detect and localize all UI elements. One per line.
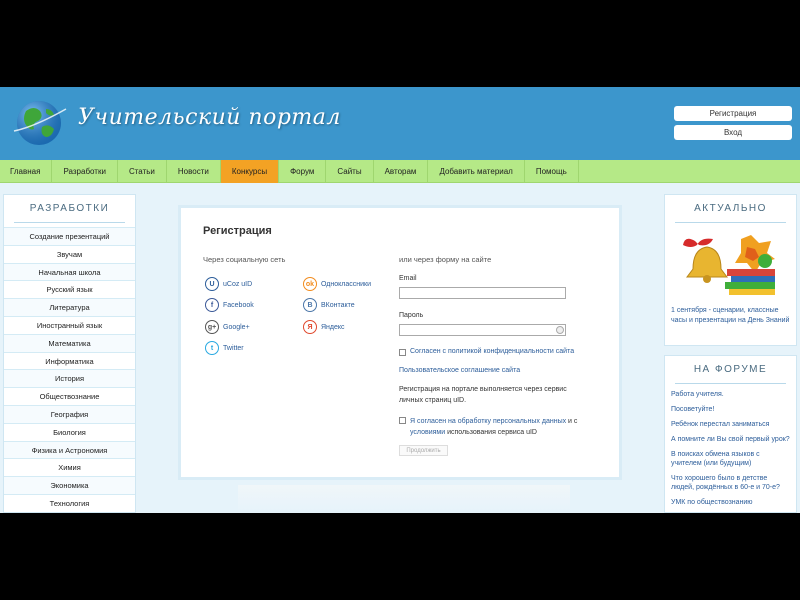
browser-viewport: Учительский портал Регистрация Вход Глав… [0,87,800,513]
developments-sidebar: РАЗРАБОТКИ Создание презентаций Звучам Н… [3,194,136,513]
forum-item[interactable]: А помните ли Вы свой первый урок? [671,435,790,444]
social-label: ВКонтакте [321,301,355,309]
sidebar-item-zvucham[interactable]: Звучам [4,244,135,263]
password-label: Пароль [399,312,424,319]
actual-link[interactable]: 1 сентября - сценарии, классные часы и п… [671,306,795,326]
nav-item-articles[interactable]: Статьи [118,160,167,183]
social-caption: Через социальную сеть [203,255,286,264]
privacy-policy-checkbox[interactable] [399,349,406,356]
terms-link[interactable]: условиями [410,429,445,436]
consent-label: Я согласен на обработку персональных дан… [410,416,579,438]
social-login-twitter[interactable]: t Twitter [205,341,244,355]
sidebar-item-literature[interactable]: Литература [4,298,135,316]
facebook-icon: f [205,298,219,312]
social-label: Facebook [223,301,254,309]
sidebar-item-foreign-language[interactable]: Иностранный язык [4,315,135,334]
nav-item-help[interactable]: Помощь [525,160,579,183]
social-login-ucoz[interactable]: U uCoz uID [205,277,252,291]
social-login-facebook[interactable]: f Facebook [205,298,254,312]
consent-link[interactable]: Я согласен на обработку персональных дан… [410,418,566,425]
sidebar-item-physics[interactable]: Физика и Астрономия [4,440,135,459]
sidebar-item-technology[interactable]: Технология [4,493,135,512]
user-agreement-link[interactable]: Пользовательское соглашение сайта [399,367,520,374]
nav-item-sites[interactable]: Сайты [326,160,374,183]
social-label: Google+ [223,323,250,331]
login-button[interactable]: Вход [674,125,792,140]
twitter-icon: t [205,341,219,355]
social-login-yandex[interactable]: Я Яндекс [303,320,345,334]
odnoklassniki-icon: ok [303,277,317,291]
main-nav: Главная Разработки Статьи Новости Конкур… [0,160,800,183]
social-label: Яндекс [321,323,345,331]
password-toggle-icon[interactable] [556,326,564,334]
continue-button[interactable]: Продолжить [399,445,448,456]
google-plus-icon: g+ [205,320,219,334]
sidebar-item-primary-school[interactable]: Начальная школа [4,262,135,281]
actual-panel: АКТУАЛЬНО 1 сентября - сценарии, классны… [664,194,797,346]
forum-item[interactable]: В поисках обмена языков с учителем (или … [671,450,790,468]
developments-list: Создание презентаций Звучам Начальная шк… [4,227,135,512]
email-field[interactable] [399,287,566,299]
social-label: Одноклассники [321,280,372,288]
registration-card: Регистрация Через социальную сеть или че… [178,205,622,480]
nav-item-news[interactable]: Новости [167,160,221,183]
forum-item[interactable]: Ребёнок перестал заниматься [671,420,790,429]
email-label: Email [399,275,417,282]
nav-item-contests[interactable]: Конкурсы [220,160,280,183]
card-shadow [238,485,570,513]
sidebar-item-geography[interactable]: География [4,404,135,423]
registration-title: Регистрация [203,225,272,237]
nav-item-authors[interactable]: Авторам [374,160,429,183]
social-login-odnoklassniki[interactable]: ok Одноклассники [303,277,371,291]
forum-panel: НА ФОРУМЕ Работа учителя. Посоветуйте! Р… [664,355,797,513]
social-login-vkontakte[interactable]: B ВКонтакте [303,298,355,312]
consent-text-end: использования сервиса uID [445,429,537,436]
privacy-policy-checkbox-row[interactable]: Согласен с политикой конфиденциальности … [399,348,574,356]
forum-list: Работа учителя. Посоветуйте! Ребёнок пер… [665,384,796,507]
sidebar-item-russian[interactable]: Русский язык [4,280,135,299]
sidebar-item-chemistry[interactable]: Химия [4,458,135,477]
globe-logo-icon[interactable] [12,97,67,147]
form-caption: или через форму на сайте [399,255,492,264]
sidebar-item-biology[interactable]: Биология [4,422,135,441]
forum-item[interactable]: Работа учителя. [671,390,790,399]
sidebar-item-presentations[interactable]: Создание презентаций [4,227,135,245]
register-button[interactable]: Регистрация [674,106,792,121]
forum-item[interactable]: Что хорошего было в детстве людей, рождё… [671,474,790,492]
nav-item-developments[interactable]: Разработки [52,160,118,183]
site-header: Учительский портал Регистрация Вход [0,87,800,160]
ucoz-icon: U [205,277,219,291]
yandex-icon: Я [303,320,317,334]
sidebar-item-history[interactable]: История [4,369,135,388]
site-title[interactable]: Учительский портал [78,105,341,130]
sidebar-item-math[interactable]: Математика [4,333,135,352]
social-label: uCoz uID [223,280,253,288]
consent-checkbox-row[interactable]: Я согласен на обработку персональных дан… [399,416,579,438]
consent-text: и с [566,418,578,425]
forum-title: НА ФОРУМЕ [675,356,786,384]
forum-item[interactable]: УМК по обществознанию [671,498,790,507]
vkontakte-icon: B [303,298,317,312]
social-login-google-plus[interactable]: g+ Google+ [205,320,250,334]
developments-title: РАЗРАБОТКИ [14,195,125,223]
sidebar-item-informatics[interactable]: Информатика [4,351,135,370]
privacy-policy-label[interactable]: Согласен с политикой конфиденциальности … [410,348,574,355]
sidebar-item-social-studies[interactable]: Обществознание [4,387,135,405]
actual-title: АКТУАЛЬНО [675,195,786,223]
nav-item-forum[interactable]: Форум [279,160,327,183]
social-label: Twitter [223,344,244,352]
school-bell-image[interactable] [681,233,781,301]
nav-item-add-material[interactable]: Добавить материал [428,160,525,183]
sidebar-item-economics[interactable]: Экономика [4,476,135,494]
portal-note: Регистрация на портале выполняется через… [399,386,567,404]
consent-checkbox[interactable] [399,417,406,424]
nav-item-home[interactable]: Главная [0,160,53,183]
forum-item[interactable]: Посоветуйте! [671,405,790,414]
password-field[interactable] [399,324,566,336]
